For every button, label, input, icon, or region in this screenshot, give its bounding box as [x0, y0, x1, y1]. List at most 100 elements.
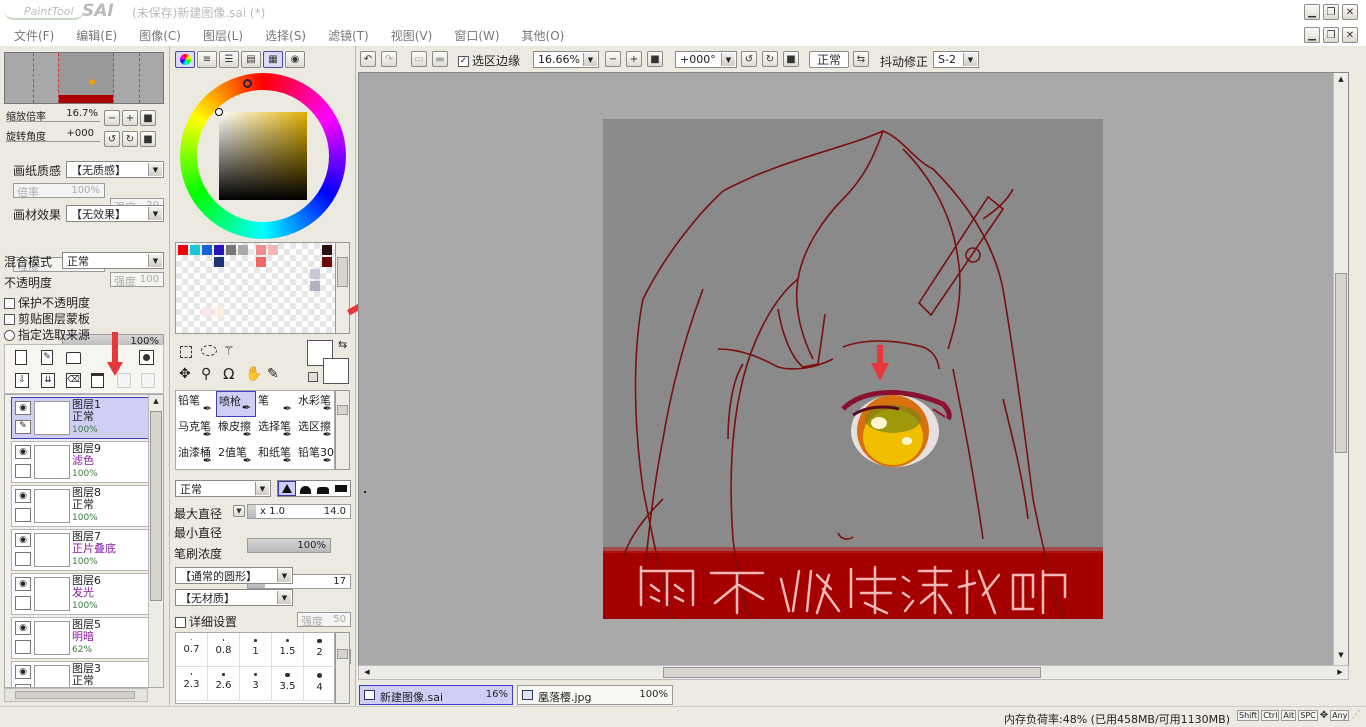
layer-hscrollbar[interactable] [4, 688, 148, 702]
brush-slot[interactable]: 和纸笔 ✒ [256, 443, 296, 469]
brush-size-cell[interactable]: 1.5 [272, 633, 304, 667]
brush-shape-square-icon[interactable] [332, 481, 350, 496]
menu-layer[interactable]: 图层(L) [203, 27, 243, 46]
lasso-icon[interactable] [201, 345, 217, 356]
brush-grid-scrollbar[interactable] [335, 390, 350, 470]
scratchpad-tab[interactable]: ◉ [285, 51, 305, 68]
stabilizer-dropdown[interactable]: S-2 ▼ [933, 51, 979, 68]
visibility-eye-icon[interactable]: ◉ [15, 401, 31, 415]
canvas-vscroll-thumb[interactable] [1335, 273, 1347, 453]
swap-colors-icon[interactable]: ⇆ [338, 338, 347, 351]
brush-slot[interactable]: 笔 ✒ [256, 391, 296, 417]
brush-slot[interactable]: 选区擦 ✒ [296, 417, 336, 443]
menu-window[interactable]: 窗口(W) [454, 27, 499, 46]
invert-selection-button[interactable]: ▬ [432, 51, 448, 67]
brush-size-cell[interactable]: 4 [304, 667, 336, 701]
protect-opacity-checkbox[interactable]: 保护不透明度 [4, 294, 90, 311]
menu-file[interactable]: 文件(F) [14, 27, 54, 46]
rotate-reset-button[interactable]: ■ [140, 131, 156, 147]
visibility-eye-icon[interactable]: ◉ [15, 445, 31, 459]
palette-tab[interactable]: ▦ [263, 51, 283, 68]
zoom-dropdown[interactable]: 16.66% ▼ [533, 51, 599, 68]
swatch-grid[interactable] [175, 242, 339, 334]
min-size-slider[interactable]: 100% [247, 538, 331, 553]
minimize-button[interactable]: ▁ [1304, 4, 1320, 20]
navigator-preview[interactable] [4, 52, 164, 104]
layer-row[interactable]: ◉ 图层6 发光 100% [11, 573, 152, 615]
brush-size-cell[interactable]: 3 [240, 667, 272, 701]
canvas-zoom-reset-button[interactable]: ■ [647, 51, 663, 67]
saturation-value-square[interactable] [219, 112, 307, 200]
menu-edit[interactable]: 编辑(E) [76, 27, 117, 46]
restore-button[interactable]: ❐ [1323, 4, 1339, 20]
layer-list-scrollbar[interactable]: ▲ [148, 395, 163, 687]
doc-restore-button[interactable]: ❐ [1323, 27, 1339, 43]
tab-document-1[interactable]: 新建图像.sai 16% [359, 685, 513, 705]
canvas-rotate-left-button[interactable]: ↺ [741, 51, 757, 67]
paper-scale-slider[interactable]: 倍率 100% [13, 183, 105, 199]
canvas-vscrollbar[interactable]: ▲ ▼ [1333, 73, 1348, 665]
layer-row[interactable]: ◉ 图层8 正常 100% [11, 485, 152, 527]
secondary-color-swatch[interactable] [323, 358, 349, 384]
redo-button[interactable]: ↷ [381, 51, 397, 67]
new-folder-icon[interactable] [66, 352, 81, 364]
canvas-zoom-out-button[interactable]: − [605, 51, 621, 67]
size-multiplier-button[interactable]: ▼ [233, 505, 245, 517]
selection-source-radio[interactable]: 指定选取来源 [4, 326, 90, 343]
brush-slot[interactable]: 橡皮擦 ✒ [216, 417, 256, 443]
brush-size-cell[interactable]: 1 [240, 633, 272, 667]
rotate-right-button[interactable]: ↻ [122, 131, 138, 147]
layer-row[interactable]: ◉图层3正常100% [11, 661, 152, 687]
angle-dropdown[interactable]: +000° ▼ [675, 51, 737, 68]
layer-mask-icon[interactable] [139, 350, 154, 365]
swatches-tab[interactable]: ▤ [241, 51, 261, 68]
brush-slot[interactable]: 喷枪 ✒ [216, 391, 256, 417]
canvas-hscrollbar[interactable]: ◀ ▶ [358, 665, 1349, 680]
undo-button[interactable]: ↶ [360, 51, 376, 67]
visibility-eye-icon[interactable]: ◉ [15, 489, 31, 503]
visibility-eye-icon[interactable]: ◉ [15, 577, 31, 591]
canvas-artwork[interactable] [603, 119, 1103, 619]
clip-mask-checkbox[interactable]: 剪贴图层蒙板 [4, 310, 90, 327]
brush-shape-dropdown[interactable]: 【通常的圆形】 ▼ [175, 567, 293, 584]
zoom-in-button[interactable]: + [122, 110, 138, 126]
rotate-slider[interactable]: 旋转角度 +000 [6, 128, 100, 143]
size-grid-scrollbar[interactable] [335, 632, 350, 704]
doc-minimize-button[interactable]: ▁ [1304, 27, 1320, 43]
trash-icon[interactable] [91, 373, 104, 388]
brush-size-cell[interactable]: 3.5 [272, 667, 304, 701]
new-layer-icon[interactable] [15, 350, 27, 365]
selection-edge-checkbox[interactable]: ✓ 选区边缘 [458, 52, 520, 69]
zoom-out-button[interactable]: − [104, 110, 120, 126]
move-icon[interactable]: ✥ [179, 366, 191, 382]
menu-filter[interactable]: 滤镜(T) [328, 27, 369, 46]
brush-shape-hard-icon[interactable] [278, 481, 296, 496]
max-size-slider[interactable]: x 1.0 14.0 [247, 504, 351, 519]
rotate-tool-icon[interactable]: Ω [223, 365, 234, 383]
layer-scroll-thumb[interactable] [150, 411, 162, 601]
brush-size-cell[interactable]: 2 [304, 633, 336, 667]
clear-layer-icon[interactable]: ⌫ [66, 373, 81, 388]
visibility-eye-icon[interactable]: ◉ [15, 621, 31, 635]
menu-other[interactable]: 其他(O) [522, 27, 565, 46]
layer-lock-icon[interactable]: ✎ [15, 420, 31, 434]
brush-shape-flat-icon[interactable] [314, 481, 332, 496]
merge-down-icon[interactable]: ⇊ [41, 373, 55, 388]
menu-select[interactable]: 选择(S) [265, 27, 306, 46]
brush-slot[interactable]: 铅笔30 ✒ [296, 443, 336, 469]
new-linework-layer-icon[interactable]: ✎ [41, 350, 53, 365]
layer-lock-icon[interactable] [15, 508, 31, 522]
menu-view[interactable]: 视图(V) [391, 27, 433, 46]
hand-tool-icon[interactable]: ✋ [245, 366, 262, 382]
brush-slot[interactable]: 油漆桶 ✒ [176, 443, 216, 469]
visibility-eye-icon[interactable]: ◉ [15, 665, 31, 679]
eyedropper-icon[interactable]: ✎ [267, 366, 279, 382]
layer-row[interactable]: ◉ 图层5 明暗 62% [11, 617, 152, 659]
deselect-button[interactable]: ▭ [411, 51, 427, 67]
brush-texture-dropdown[interactable]: 【无材质】 ▼ [175, 589, 293, 606]
paper-effect-dropdown[interactable]: 【无效果】 ▼ [66, 205, 164, 222]
close-button[interactable]: ✕ [1342, 4, 1358, 20]
magic-wand-icon[interactable]: ⚚ [223, 344, 235, 359]
detail-settings-checkbox[interactable]: 详细设置 [175, 613, 237, 630]
flip-horizontal-button[interactable]: ⇆ [853, 51, 869, 67]
